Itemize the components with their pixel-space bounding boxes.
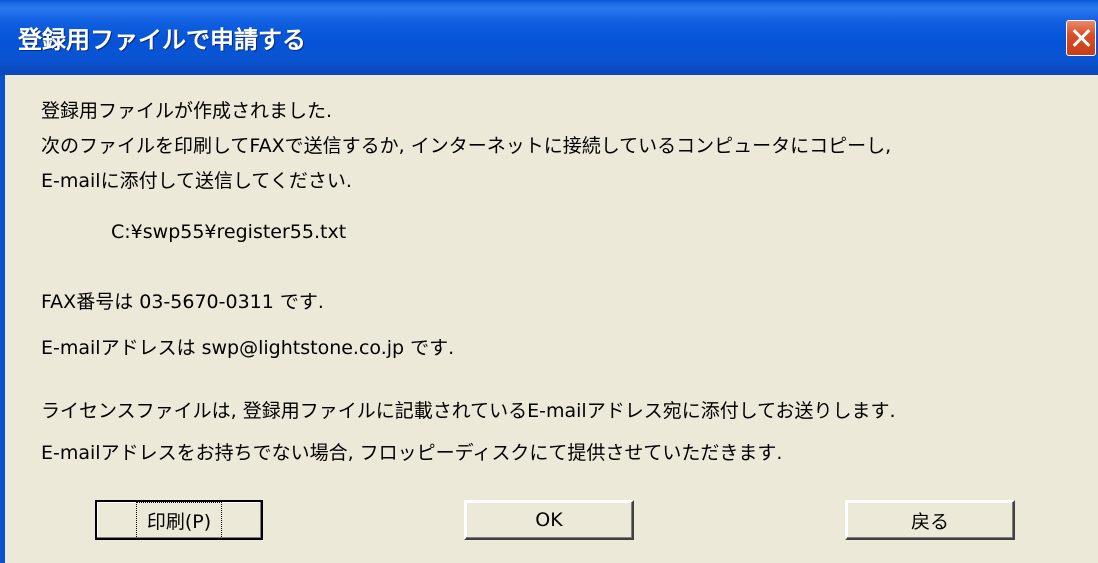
print-button-label: 印刷(P) bbox=[135, 501, 223, 539]
message-created: 登録用ファイルが作成されました. bbox=[41, 100, 333, 122]
ok-button[interactable]: OK bbox=[464, 500, 634, 540]
email-address: E-mailアドレスは swp@lightstone.co.jp です. bbox=[41, 337, 455, 359]
fax-number: FAX番号は 03-5670-0311 です. bbox=[41, 291, 324, 313]
dialog-body: 登録用ファイルが作成されました. 次のファイルを印刷してFAXで送信するか, イ… bbox=[0, 75, 1098, 563]
message-attach: E-mailに添付して送信してください. bbox=[41, 170, 352, 192]
title-bar[interactable]: 登録用ファイルで申請する bbox=[0, 0, 1098, 75]
dialog-title: 登録用ファイルで申請する bbox=[18, 26, 306, 54]
print-button[interactable]: 印刷(P) bbox=[95, 500, 263, 540]
dialog-window: 登録用ファイルで申請する 登録用ファイルが作成されました. 次のファイルを印刷し… bbox=[0, 0, 1098, 563]
floppy-info: E-mailアドレスをお持ちでない場合, フロッピーディスクにて提供させていただ… bbox=[41, 442, 783, 464]
license-info: ライセンスファイルは, 登録用ファイルに記載されているE-mailアドレス宛に添… bbox=[41, 400, 896, 422]
back-button-label: 戻る bbox=[910, 510, 949, 533]
ok-button-label: OK bbox=[535, 509, 563, 531]
file-path: C:¥swp55¥register55.txt bbox=[111, 221, 347, 243]
back-button[interactable]: 戻る bbox=[845, 500, 1015, 540]
message-instructions: 次のファイルを印刷してFAXで送信するか, インターネットに接続しているコンピュ… bbox=[41, 135, 892, 157]
close-icon[interactable] bbox=[1066, 20, 1096, 56]
